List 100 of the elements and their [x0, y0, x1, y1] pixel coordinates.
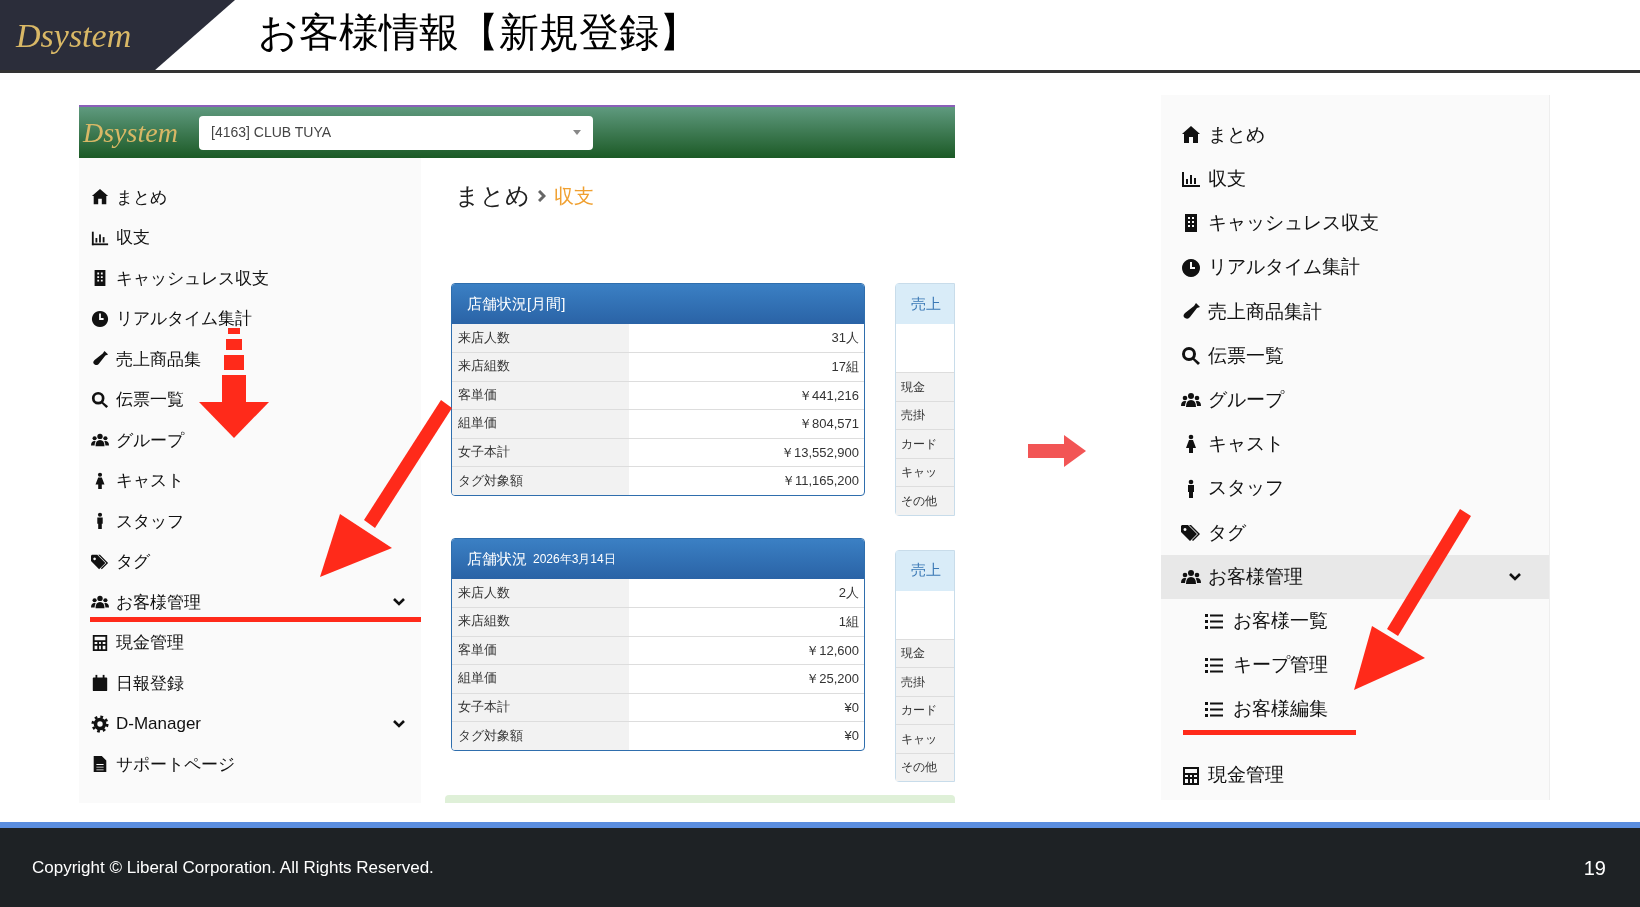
table-cell: カード [896, 429, 954, 458]
sidebar-item[interactable]: グループ [1161, 378, 1549, 423]
table-cell: ￥804,571 [629, 409, 864, 438]
card-title: 店舗状況[月間] [467, 293, 566, 314]
list-icon [1205, 613, 1223, 629]
card-title: 売上 [911, 560, 941, 581]
sidebar-item[interactable]: 売上商品集 [79, 339, 417, 380]
clock-icon [1181, 257, 1201, 278]
table-cell: タグ対象額 [452, 721, 630, 750]
tags-icon [91, 552, 109, 571]
slide-title: お客様情報【新規登録】 [258, 9, 699, 56]
table-cell: ¥0 [629, 693, 864, 722]
table-cell: 客単価 [452, 636, 630, 665]
table-cell: 売掛 [896, 667, 954, 696]
table-cell: 17組 [629, 352, 864, 381]
card-title: 売上 [911, 293, 941, 314]
clock-icon [91, 309, 109, 328]
table-cell: 来店人数 [452, 579, 630, 608]
table-cell: ¥0 [629, 721, 864, 750]
sidebar-item[interactable]: 伝票一覧 [79, 379, 417, 420]
sidebar-item[interactable]: 現金管理 [79, 622, 417, 663]
sidebar-item[interactable]: スタッフ [79, 501, 417, 542]
sidebar-item[interactable]: 収支 [1161, 157, 1549, 202]
sidebar-item[interactable]: 伝票一覧 [1161, 333, 1549, 379]
table-cell: 売掛 [896, 400, 954, 429]
logo: Dsystem [83, 115, 179, 150]
search-icon [1181, 346, 1201, 367]
table-cell: キャッ [896, 724, 954, 753]
sidebar-item[interactable]: リアルタイム集計 [1161, 245, 1549, 290]
table-cell: ￥25,200 [629, 664, 864, 693]
table-cell: キャッ [896, 457, 954, 486]
sidebar-item[interactable]: まとめ [79, 177, 417, 218]
logo: Dsystem [16, 15, 132, 56]
table-cell: 2人 [629, 579, 864, 608]
bar-chart-icon [1181, 169, 1201, 190]
table-cell: タグ対象額 [452, 466, 630, 495]
submenu-item[interactable]: お客様編集 [1161, 687, 1549, 732]
breadcrumb-item: 収支 [554, 184, 594, 209]
home-icon [91, 188, 109, 207]
table-cell: 女子本計 [452, 693, 630, 722]
table-cell: 31人 [629, 324, 864, 353]
table-cell: 組単価 [452, 664, 630, 693]
store-select[interactable]: [4163] CLUB TUYA [199, 115, 593, 150]
card-subtitle: 2026年3月14日 [533, 551, 616, 568]
table-cell: 女子本計 [452, 438, 630, 467]
copyright-text: Copyright © Liberal Corporation. All Rights Reserved. [32, 856, 434, 879]
sidebar-item[interactable]: リアルタイム集計 [79, 298, 417, 339]
sidebar-item[interactable]: まとめ [1161, 113, 1549, 158]
table-cell: その他 [896, 486, 954, 515]
calendar-icon [91, 674, 109, 693]
table-cell: カード [896, 695, 954, 724]
table-cell: 現金 [896, 372, 954, 401]
sidebar-item[interactable]: タグ [79, 541, 417, 582]
search-icon [91, 390, 109, 409]
table-cell: その他 [896, 752, 954, 781]
chevron-down-icon [1509, 572, 1521, 581]
chevron-down-icon [393, 719, 405, 728]
table-cell: 組単価 [452, 409, 630, 438]
sidebar-item[interactable]: お客様管理 [79, 582, 417, 623]
calculator-icon [91, 633, 109, 652]
sidebar-item[interactable]: サポートページ [79, 744, 417, 785]
sidebar-item[interactable]: タグ [1161, 510, 1549, 555]
table-cell: 現金 [896, 638, 954, 667]
sidebar-item[interactable]: D-Manager [79, 703, 417, 744]
table-cell: 来店人数 [452, 324, 630, 353]
table-cell: 客単価 [452, 381, 630, 410]
caret-icon [573, 130, 581, 135]
sidebar-item[interactable]: 日報登録 [79, 663, 417, 704]
sidebar-item[interactable]: キャッシュレス収支 [1161, 201, 1549, 246]
home-icon [1181, 125, 1201, 146]
table-cell: 来店組数 [452, 607, 630, 636]
submenu-item[interactable]: お客様一覧 [1161, 599, 1549, 644]
list-icon [1205, 702, 1223, 718]
sidebar-item[interactable]: グループ [79, 420, 417, 461]
table-cell: ￥13,552,900 [629, 438, 864, 467]
table-cell: ￥12,600 [629, 636, 864, 665]
bottle-icon [1181, 301, 1201, 322]
right-arrow [1028, 435, 1086, 467]
tags-icon [1181, 522, 1201, 543]
sidebar-item[interactable]: キャスト [79, 460, 417, 501]
sidebar-item[interactable]: キャスト [1161, 422, 1549, 467]
chevron-down-icon [393, 598, 405, 607]
sidebar-item[interactable]: スタッフ [1161, 466, 1549, 511]
sidebar-item[interactable]: キャッシュレス収支 [79, 258, 417, 299]
card-title: 店舗状況 [467, 548, 527, 569]
table-cell: 来店組数 [452, 352, 630, 381]
sidebar-item[interactable]: 現金管理 [1161, 753, 1549, 798]
file-icon [91, 755, 109, 774]
table-cell: 1組 [629, 607, 864, 636]
breadcrumb-item[interactable]: まとめ [455, 178, 530, 214]
list-icon [1205, 657, 1223, 673]
calculator-icon [1181, 765, 1201, 786]
chevron-right-icon [538, 190, 546, 202]
sidebar-item[interactable]: 収支 [79, 217, 417, 258]
table-cell: ￥11,165,200 [629, 466, 864, 495]
table-cell: ￥441,216 [629, 381, 864, 410]
gear-icon [91, 714, 109, 733]
sidebar-item[interactable]: 売上商品集計 [1161, 289, 1549, 334]
submenu-item[interactable]: キープ管理 [1161, 643, 1549, 688]
sidebar-item[interactable]: お客様管理 [1161, 554, 1549, 600]
